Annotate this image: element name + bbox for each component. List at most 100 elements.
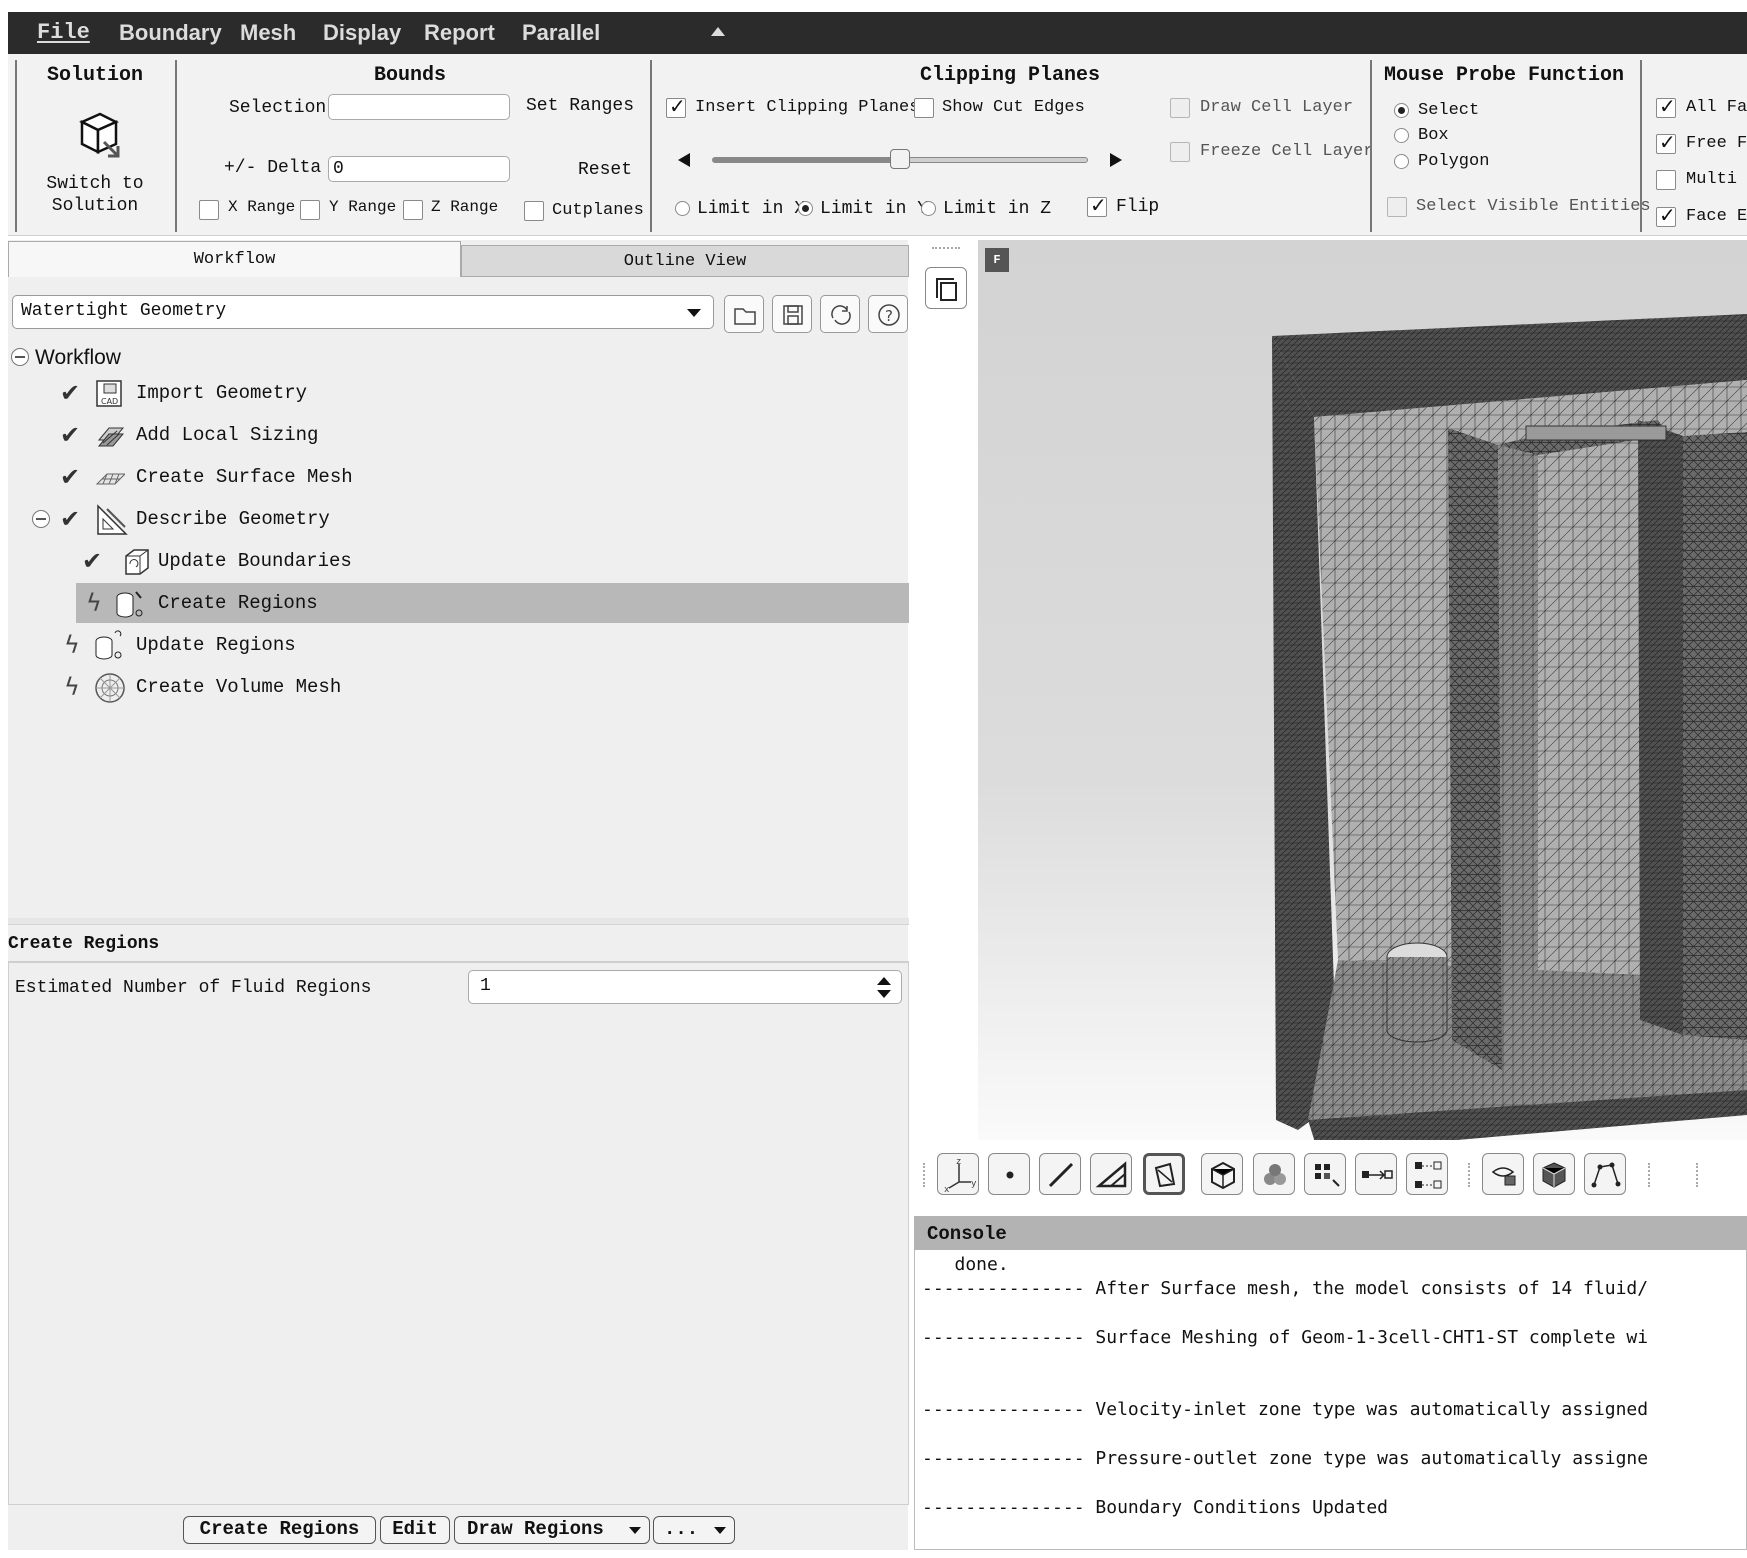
ribbon-separator xyxy=(1640,60,1642,232)
more-options-button[interactable]: ... xyxy=(653,1516,735,1544)
fluid-regions-spinbox[interactable]: 1 xyxy=(468,970,902,1004)
z-range-checkbox[interactable] xyxy=(403,200,423,220)
path-button[interactable] xyxy=(1584,1153,1626,1195)
point-icon xyxy=(1006,1171,1014,1179)
all-faces-checkbox[interactable] xyxy=(1656,94,1676,118)
task-update-regions[interactable]: ϟ Update Regions xyxy=(8,625,909,665)
collapse-ribbon-icon[interactable] xyxy=(711,27,725,36)
describe-geometry-icon xyxy=(97,504,128,535)
task-add-local-sizing[interactable]: ✔ Add Local Sizing xyxy=(8,415,909,455)
clipping-slider-thumb[interactable] xyxy=(890,149,910,169)
pane-toggle-button[interactable] xyxy=(925,267,967,309)
check-icon: ✔ xyxy=(60,463,81,491)
probe-select-radio[interactable] xyxy=(1394,103,1409,118)
menu-boundary[interactable]: Boundary xyxy=(119,12,222,54)
more-options-label: ... xyxy=(664,1518,699,1540)
slider-left-arrow-icon[interactable] xyxy=(678,153,690,167)
toolbar-grip[interactable] xyxy=(1696,1163,1698,1187)
select-zone-button[interactable] xyxy=(1304,1153,1346,1195)
select-face-button[interactable] xyxy=(1090,1153,1132,1195)
task-describe-geometry[interactable]: ✔ Describe Geometry xyxy=(8,499,909,539)
fluid-regions-value: 1 xyxy=(480,976,491,996)
spin-down-icon[interactable] xyxy=(877,990,891,998)
help-button[interactable]: ? xyxy=(868,295,908,333)
probe-box-radio[interactable] xyxy=(1394,128,1409,143)
select-point-button[interactable] xyxy=(988,1153,1030,1195)
draw-cell-layer-checkbox[interactable] xyxy=(1170,98,1190,118)
load-workflow-button[interactable] xyxy=(724,295,764,333)
tab-outline-view[interactable]: Outline View xyxy=(461,245,909,277)
ribbon-separator xyxy=(650,60,652,232)
show-cut-edges-label: Show Cut Edges xyxy=(942,98,1085,117)
menu-report[interactable]: Report xyxy=(424,12,495,54)
task-label: Update Boundaries xyxy=(158,550,352,572)
cutplanes-label: Cutplanes xyxy=(552,201,644,220)
drag-handle[interactable] xyxy=(932,247,960,251)
ribbon-separator xyxy=(1370,60,1372,232)
toolbar-grip[interactable] xyxy=(923,1163,925,1187)
show-cut-edges-checkbox[interactable] xyxy=(914,98,934,118)
spin-up-icon[interactable] xyxy=(877,977,891,985)
menu-parallel[interactable]: Parallel xyxy=(522,12,600,54)
task-update-boundaries[interactable]: ✔ Update Boundaries xyxy=(8,541,909,581)
free-faces-checkbox[interactable] xyxy=(1656,130,1676,154)
task-create-surface-mesh[interactable]: ✔ Create Surface Mesh xyxy=(8,457,909,497)
flip-checkbox[interactable] xyxy=(1087,193,1107,217)
save-workflow-button[interactable] xyxy=(772,295,812,333)
cutplanes-checkbox[interactable] xyxy=(524,201,544,221)
connect-button[interactable] xyxy=(1355,1153,1397,1195)
task-label: Import Geometry xyxy=(136,382,308,404)
refresh-icon xyxy=(831,305,851,325)
insert-clipping-checkbox[interactable] xyxy=(666,94,686,118)
set-ranges-button[interactable]: Set Ranges xyxy=(526,96,634,116)
check-icon: ✔ xyxy=(60,379,81,407)
isolate-button[interactable] xyxy=(1533,1153,1575,1195)
probe-polygon-radio[interactable] xyxy=(1394,154,1409,169)
draw-regions-button[interactable]: Draw Regions xyxy=(454,1516,650,1544)
select-object-button[interactable] xyxy=(1143,1153,1185,1195)
revert-workflow-button[interactable] xyxy=(820,295,860,333)
collapse-icon[interactable] xyxy=(32,510,50,528)
x-range-checkbox[interactable] xyxy=(199,200,219,220)
edit-button[interactable]: Edit xyxy=(380,1516,450,1544)
menu-display[interactable]: Display xyxy=(323,12,401,54)
workflow-type-select[interactable]: Watertight Geometry xyxy=(12,295,714,329)
probe-box-label: Box xyxy=(1418,126,1449,145)
y-range-checkbox[interactable] xyxy=(300,200,320,220)
delta-input[interactable]: 0 xyxy=(328,156,510,182)
task-create-regions[interactable]: ϟ Create Regions xyxy=(76,583,909,623)
freeze-cell-layer-checkbox[interactable] xyxy=(1170,142,1190,162)
selection-input[interactable] xyxy=(328,94,510,120)
limit-x-radio[interactable] xyxy=(675,201,690,216)
limit-y-radio[interactable] xyxy=(798,201,813,216)
viewport-side-strip xyxy=(914,240,978,1142)
select-visible-checkbox[interactable] xyxy=(1387,197,1407,217)
collapse-workflow-icon[interactable] xyxy=(11,348,29,366)
face-edges-checkbox[interactable] xyxy=(1656,203,1676,227)
limit-z-radio[interactable] xyxy=(921,201,936,216)
freeze-cell-layer-label: Freeze Cell Layer xyxy=(1200,142,1374,161)
group-button[interactable] xyxy=(1406,1153,1448,1195)
task-label: Create Volume Mesh xyxy=(136,676,342,698)
toolbar-grip[interactable] xyxy=(1648,1163,1650,1187)
switch-to-solution-button[interactable] xyxy=(60,108,130,166)
multi-checkbox[interactable] xyxy=(1656,170,1676,190)
reset-button[interactable]: Reset xyxy=(578,160,632,180)
task-label: Describe Geometry xyxy=(136,508,330,530)
menu-file[interactable]: File xyxy=(37,12,90,54)
select-body-button[interactable] xyxy=(1201,1153,1243,1195)
select-edge-button[interactable] xyxy=(1039,1153,1081,1195)
ribbon-separator xyxy=(15,60,17,232)
menu-mesh[interactable]: Mesh xyxy=(240,12,296,54)
create-regions-button[interactable]: Create Regions xyxy=(183,1516,376,1544)
task-import-geometry[interactable]: ✔ CAD Import Geometry xyxy=(8,373,909,413)
probe-select-label: Select xyxy=(1418,101,1480,120)
select-region-button[interactable] xyxy=(1253,1153,1295,1195)
task-create-volume-mesh[interactable]: ϟ Create Volume Mesh xyxy=(8,667,909,707)
graphics-viewport[interactable]: F xyxy=(978,240,1747,1140)
slider-right-arrow-icon[interactable] xyxy=(1110,153,1122,167)
tab-workflow[interactable]: Workflow xyxy=(8,241,461,277)
svg-text:x: x xyxy=(944,1185,949,1195)
axes-orientation-button[interactable]: z y x xyxy=(937,1153,979,1195)
hide-button[interactable] xyxy=(1482,1153,1524,1195)
